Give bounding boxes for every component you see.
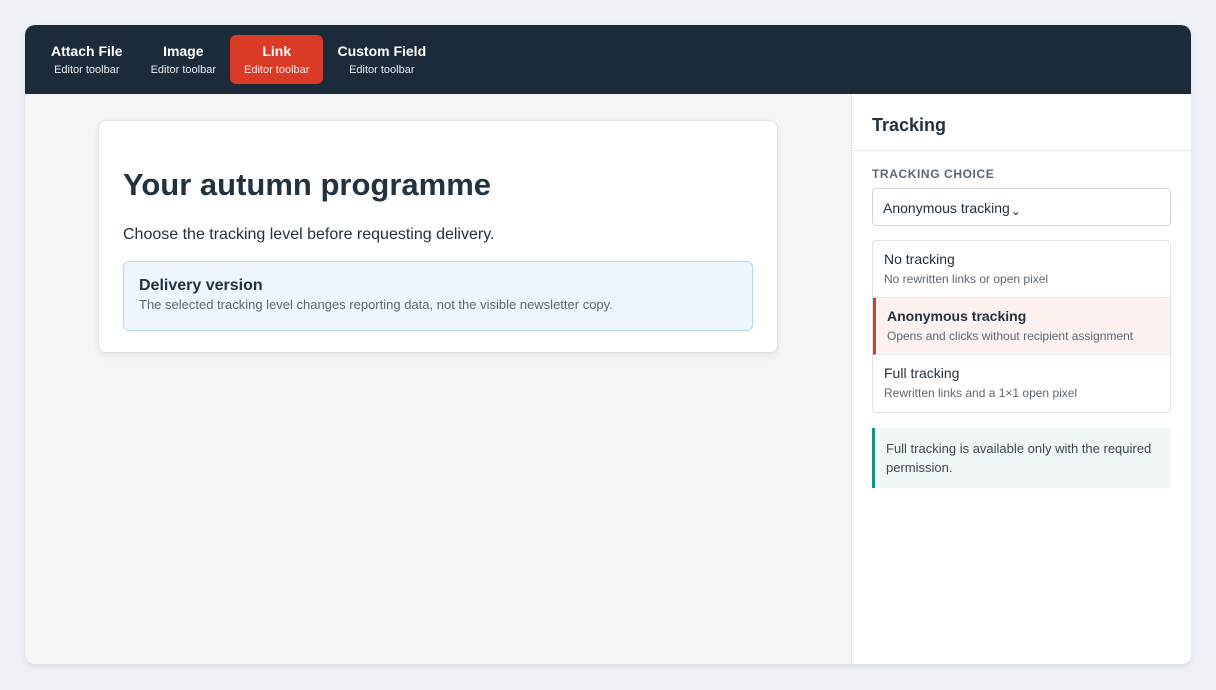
panel-title: Tracking: [872, 115, 947, 135]
custom-field-sublabel: Editor toolbar: [349, 63, 415, 76]
editor-canvas: Your autumn programme Choose the trackin…: [25, 94, 851, 664]
option-description: Rewritten links and a 1×1 open pixel: [884, 386, 1078, 400]
image-button[interactable]: Image Editor toolbar: [137, 35, 230, 84]
option-title: No tracking: [884, 251, 955, 267]
editor-toolbar: Attach File Editor toolbar Image Editor …: [25, 25, 1191, 94]
app-window: Attach File Editor toolbar Image Editor …: [25, 25, 1191, 664]
newsletter-intro: Choose the tracking level before request…: [123, 226, 495, 243]
newsletter-title: Your autumn programme: [123, 167, 492, 202]
chevron-down-icon: ⌄: [1010, 204, 1021, 218]
attach-file-label: Attach File: [51, 42, 123, 59]
tracking-panel: Tracking TRACKING CHOICE Anonymous track…: [851, 94, 1191, 664]
newsletter-preview-card: Your autumn programme Choose the trackin…: [98, 120, 778, 353]
tracking-choice-select[interactable]: Anonymous tracking⌄: [872, 188, 1171, 226]
callout-title: Delivery version: [139, 277, 263, 294]
option-description: No rewritten links or open pixel: [884, 272, 1049, 286]
custom-field-label: Custom Field: [337, 42, 427, 59]
option-description: Opens and clicks without recipient assig…: [887, 329, 1134, 343]
link-button[interactable]: Link Editor toolbar: [230, 35, 324, 84]
delivery-version-callout: Delivery version The selected tracking l…: [123, 261, 753, 331]
select-value: Anonymous tracking: [883, 200, 1010, 216]
option-anonymous-tracking[interactable]: Anonymous tracking Opens and clicks with…: [873, 298, 1170, 355]
panel-header: Tracking: [852, 94, 1191, 151]
option-title: Anonymous tracking: [887, 308, 1027, 324]
option-no-tracking[interactable]: No tracking No rewritten links or open p…: [873, 241, 1170, 298]
custom-field-button[interactable]: Custom Field Editor toolbar: [323, 35, 440, 84]
link-sublabel: Editor toolbar: [244, 63, 310, 76]
link-label: Link: [262, 42, 292, 59]
image-sublabel: Editor toolbar: [150, 63, 217, 76]
tracking-options-list: No tracking No rewritten links or open p…: [872, 240, 1171, 413]
option-full-tracking[interactable]: Full tracking Rewritten links and a 1×1 …: [873, 355, 1170, 412]
image-label: Image: [163, 42, 204, 59]
permission-note: Full tracking is available only with the…: [872, 428, 1171, 488]
callout-text: The selected tracking level changes repo…: [139, 297, 613, 312]
attach-file-button[interactable]: Attach File Editor toolbar: [37, 35, 137, 84]
attach-file-sublabel: Editor toolbar: [54, 63, 120, 76]
option-title: Full tracking: [884, 365, 960, 381]
tracking-choice-label: TRACKING CHOICE: [872, 167, 995, 181]
